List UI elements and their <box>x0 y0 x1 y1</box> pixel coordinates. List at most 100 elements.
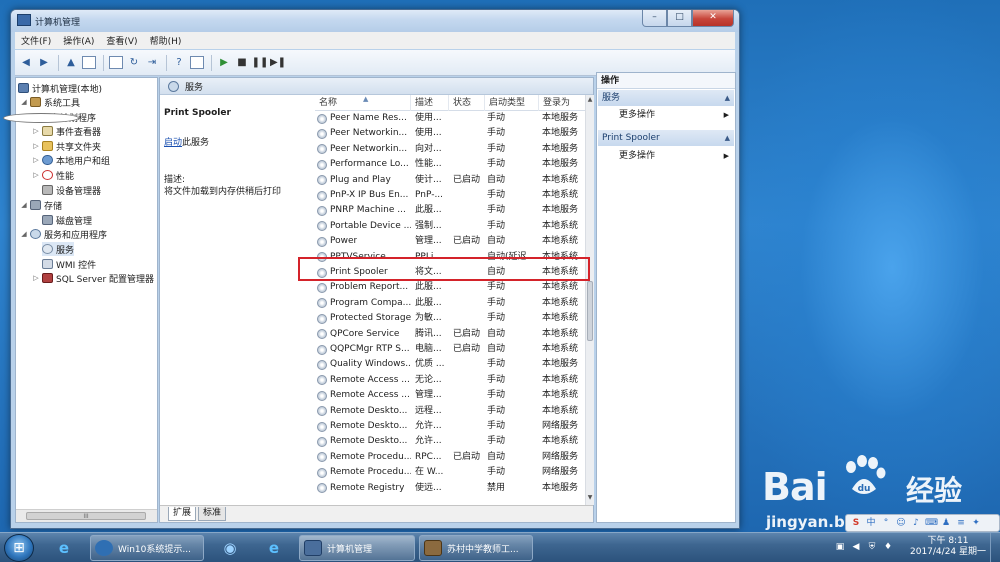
service-row[interactable]: Remote Deskto... 允许... 手动 本地系统 <box>315 434 585 449</box>
tree-item-computer-management[interactable]: 计算机管理(本地) <box>18 81 102 95</box>
scroll-up-icon[interactable]: ▲ <box>586 96 594 106</box>
show-desktop-button[interactable] <box>990 533 1000 562</box>
service-row[interactable]: Protected Storage 为敏... 手动 本地系统 <box>315 311 585 326</box>
column-header-status[interactable]: 状态 <box>449 95 485 111</box>
back-icon[interactable]: ◀ <box>18 55 34 71</box>
tab-standard[interactable]: 标准 <box>198 507 227 521</box>
taskbar-item-school-staff[interactable]: 苏村中学教师工... <box>419 535 533 561</box>
pause-service-icon[interactable]: ❚❚ <box>252 55 269 71</box>
tree-item-services[interactable]: 服务 <box>42 242 75 256</box>
tree-item-wmi-control[interactable]: WMI 控件 <box>42 257 96 271</box>
service-row[interactable]: Remote Procedu... RPC... 已启动 自动 网络服务 <box>315 450 585 465</box>
tab-extended[interactable]: 扩展 <box>168 507 197 521</box>
tree-item-local-users[interactable]: ▷ 本地用户和组 <box>32 153 110 167</box>
start-service-link[interactable]: 启动 <box>164 138 182 148</box>
menu-action[interactable]: 操作(A) <box>63 34 94 47</box>
tree-item-shared-folders[interactable]: ▷ 共享文件夹 <box>32 139 101 153</box>
service-row[interactable]: QQPCMgr RTP S... 电脑... 已启动 自动 本地系统 <box>315 342 585 357</box>
close-button[interactable]: ✕ <box>692 10 734 27</box>
service-row[interactable]: Plug and Play 使计... 已启动 自动 本地系统 <box>315 173 585 188</box>
ime-keyboard-icon[interactable]: ⌨ <box>925 517 938 529</box>
service-row[interactable]: Remote Deskto... 远程... 手动 本地系统 <box>315 404 585 419</box>
ime-logo-icon[interactable]: S <box>850 517 862 529</box>
security-icon[interactable]: ⛨ <box>866 542 878 553</box>
column-header-startup-type[interactable]: 启动类型 <box>485 95 539 111</box>
tree-item-performance[interactable]: ▷ 性能 <box>32 168 74 182</box>
ime-skin-icon[interactable]: ♟ <box>940 517 952 529</box>
up-folder-icon[interactable]: ▲ <box>63 55 79 71</box>
scrollbar-thumb[interactable]: III <box>26 512 146 520</box>
actions-section-print-spooler[interactable]: Print Spooler ▲ <box>598 130 734 146</box>
service-row[interactable]: Power 管理... 已启动 自动 本地系统 <box>315 234 585 249</box>
tree-item-storage[interactable]: ◢ 存储 <box>20 198 62 212</box>
show-hide-action-pane-icon[interactable] <box>189 55 205 71</box>
clock[interactable]: 下午 8:11 2017/4/24 星期一 <box>910 536 986 558</box>
service-row[interactable]: Peer Networkin... 向对... 手动 本地服务 <box>315 142 585 157</box>
services-vertical-scrollbar[interactable]: ▲ ▼ <box>585 95 594 505</box>
scrollbar-thumb[interactable] <box>587 281 593 341</box>
column-header-description[interactable]: 描述 <box>411 95 449 111</box>
service-row[interactable]: Peer Name Res... 使用... 手动 本地服务 <box>315 111 585 126</box>
service-row[interactable]: Remote Access ... 管理... 手动 本地系统 <box>315 388 585 403</box>
service-row[interactable]: Performance Lo... 性能... 手动 本地服务 <box>315 157 585 172</box>
show-hide-tree-icon[interactable] <box>81 55 97 71</box>
collapse-arrow-icon[interactable]: ◢ <box>20 98 28 106</box>
volume-icon[interactable]: ◀ <box>850 542 862 553</box>
service-row[interactable]: Program Compa... 此服... 手动 本地系统 <box>315 296 585 311</box>
tree-item-services-and-apps[interactable]: ◢ 服务和应用程序 <box>20 227 107 241</box>
expand-arrow-icon[interactable]: ▷ <box>32 142 40 150</box>
properties-icon[interactable] <box>108 55 124 71</box>
tree-item-event-viewer[interactable]: ▷ 事件查看器 <box>32 124 101 138</box>
more-actions-print-spooler[interactable]: 更多操作 ▶ <box>619 149 731 163</box>
service-row[interactable]: Remote Registry 使远... 禁用 本地服务 <box>315 481 585 496</box>
browser-icon[interactable]: ◉ <box>212 536 248 560</box>
taskbar-item-win10-notice[interactable]: Win10系统提示... <box>90 535 204 561</box>
more-actions-services[interactable]: 更多操作 ▶ <box>619 108 731 122</box>
expand-arrow-icon[interactable]: ▷ <box>32 127 40 135</box>
tree-item-device-manager[interactable]: 设备管理器 <box>42 183 101 197</box>
minimize-button[interactable]: – <box>642 10 667 27</box>
service-row[interactable]: QPCore Service 腾讯... 已启动 自动 本地系统 <box>315 327 585 342</box>
service-row[interactable]: Problem Report... 此服... 手动 本地系统 <box>315 280 585 295</box>
expand-arrow-icon[interactable]: ▷ <box>32 274 40 282</box>
collapse-arrow-icon[interactable]: ◢ <box>20 230 28 238</box>
start-service-icon[interactable]: ▶ <box>216 55 232 71</box>
tree-item-task-scheduler[interactable]: ▷ 任务计划程序 <box>3 110 96 124</box>
title-bar[interactable]: 计算机管理 – □ ✕ <box>11 10 739 32</box>
column-header-name[interactable]: 名称 ▲ <box>315 95 411 111</box>
restart-service-icon[interactable]: ▶❚ <box>270 55 286 71</box>
expand-arrow-icon[interactable]: ▷ <box>32 156 40 164</box>
tree-item-system-tools[interactable]: ◢ 系统工具 <box>20 95 80 109</box>
tree-horizontal-scrollbar[interactable]: III <box>16 509 157 522</box>
maximize-button[interactable]: □ <box>667 10 692 27</box>
internet-explorer-icon[interactable]: e <box>46 536 82 560</box>
tree-item-disk-management[interactable]: 磁盘管理 <box>42 213 92 227</box>
expand-arrow-icon[interactable]: ▷ <box>32 171 40 179</box>
ime-chinese-icon[interactable]: 中 <box>865 517 877 529</box>
ime-voice-icon[interactable]: ♪ <box>910 517 922 529</box>
stop-service-icon[interactable]: ■ <box>234 55 250 71</box>
export-list-icon[interactable]: ⇥ <box>144 55 160 71</box>
service-row[interactable]: Peer Networkin... 使用... 手动 本地服务 <box>315 126 585 141</box>
service-row[interactable]: Remote Procedu... 在 W... 手动 网络服务 <box>315 465 585 480</box>
scroll-down-icon[interactable]: ▼ <box>586 494 594 504</box>
column-header-log-on-as[interactable]: 登录为 <box>539 95 585 111</box>
service-row[interactable]: Portable Device ... 强制... 手动 本地系统 <box>315 219 585 234</box>
collapse-icon[interactable]: ▲ <box>725 130 730 146</box>
ime-tools-icon[interactable]: ✦ <box>970 517 982 529</box>
internet-explorer-icon[interactable]: e <box>256 536 292 560</box>
ime-punctuation-icon[interactable]: ° <box>880 517 892 529</box>
collapse-icon[interactable]: ▲ <box>725 90 730 106</box>
start-button[interactable]: ⊞ <box>4 534 34 562</box>
taskbar-item-computer-management[interactable]: 计算机管理 <box>299 535 415 561</box>
shield-icon[interactable]: ♦ <box>882 542 894 553</box>
menu-file[interactable]: 文件(F) <box>21 34 51 47</box>
actions-section-services[interactable]: 服务 ▲ <box>598 90 734 106</box>
menu-help[interactable]: 帮助(H) <box>150 34 182 47</box>
tree-item-sql-server-config[interactable]: ▷ SQL Server 配置管理器 <box>32 271 154 285</box>
ime-menu-icon[interactable]: ≡ <box>955 517 967 529</box>
collapse-arrow-icon[interactable]: ◢ <box>20 201 28 209</box>
service-row[interactable]: PNRP Machine ... 此服... 手动 本地服务 <box>315 203 585 218</box>
help-icon[interactable]: ? <box>171 55 187 71</box>
menu-view[interactable]: 查看(V) <box>106 34 137 47</box>
